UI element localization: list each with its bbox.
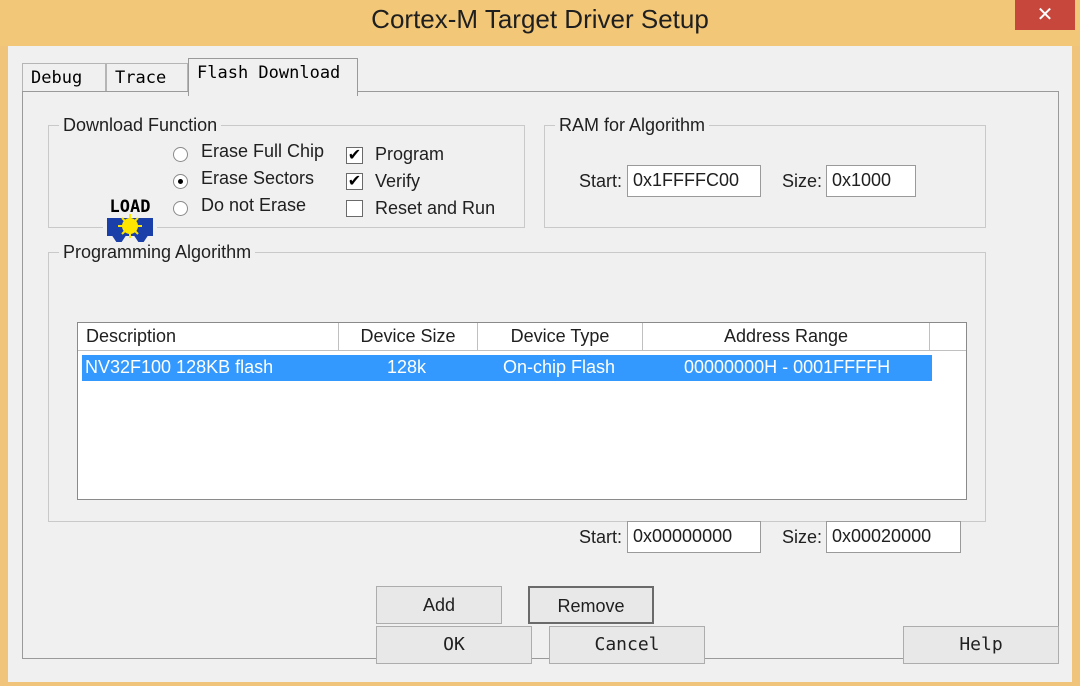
button-label: OK <box>443 634 465 655</box>
checkbox-verify[interactable]: ✔ <box>346 173 363 190</box>
tab-panel-flash-download: Download Function LOAD Erase Full Chip E… <box>22 91 1059 659</box>
radio-label: Erase Full Chip <box>201 141 325 161</box>
radio-erase-full-chip[interactable] <box>173 147 188 162</box>
add-button[interactable]: Add <box>376 586 502 624</box>
radio-label: Do not Erase <box>201 195 307 215</box>
check-mark-icon: ✔ <box>347 147 362 164</box>
dialog-body: Debug Trace Download Function LOAD Erase… <box>8 46 1072 682</box>
button-label: Add <box>422 595 456 615</box>
close-button[interactable]: ✕ <box>1015 0 1075 30</box>
close-icon: ✕ <box>1036 4 1054 26</box>
input-value: 0x00020000 <box>832 526 932 546</box>
radio-erase-sectors[interactable] <box>173 174 188 189</box>
ok-button[interactable]: OK <box>376 626 532 664</box>
help-button[interactable]: Help <box>903 626 1059 664</box>
title-bar: Cortex-M Target Driver Setup ✕ <box>0 0 1080 46</box>
cell-address-range: 00000000H - 0001FFFFH <box>684 357 891 377</box>
header-label: Address Range <box>723 326 849 346</box>
tab-label: Flash Download <box>197 63 341 83</box>
radio-do-not-erase[interactable] <box>173 201 188 216</box>
column-header-description[interactable]: Description <box>78 323 339 351</box>
checkbox-program[interactable]: ✔ <box>346 147 363 164</box>
input-value: 0x1FFFFC00 <box>633 170 740 190</box>
algorithm-size-input[interactable]: 0x00020000 <box>826 521 961 553</box>
column-header-device-type[interactable]: Device Type <box>478 323 643 351</box>
column-header-filler <box>930 323 966 351</box>
header-label: Description <box>86 326 177 346</box>
load-icon: LOAD <box>103 196 157 248</box>
tab-label: Debug <box>31 68 83 88</box>
header-label: Device Type <box>510 326 610 346</box>
group-legend: RAM for Algorithm <box>555 115 710 136</box>
checkbox-label: Verify <box>375 171 421 191</box>
ram-size-input[interactable]: 0x1000 <box>826 165 916 197</box>
header-label: Device Size <box>360 326 456 346</box>
tab-flash-download[interactable]: Flash Download <box>188 58 358 96</box>
button-label: Help <box>959 634 1003 655</box>
column-header-address-range[interactable]: Address Range <box>643 323 930 351</box>
radio-label: Erase Sectors <box>201 168 315 188</box>
column-header-device-size[interactable]: Device Size <box>339 323 478 351</box>
input-value: 0x1000 <box>832 170 892 190</box>
algorithm-start-label: Start: <box>579 527 623 547</box>
check-mark-icon: ✔ <box>347 173 362 190</box>
group-legend: Download Function <box>59 115 222 136</box>
checkbox-label: Program <box>375 144 445 164</box>
algorithm-size-label: Size: <box>782 527 823 547</box>
ram-start-label: Start: <box>579 171 623 191</box>
cell-device-type: On-chip Flash <box>503 357 616 377</box>
checkbox-label: Reset and Run <box>375 198 496 218</box>
group-legend: Programming Algorithm <box>59 242 256 263</box>
table-row[interactable]: NV32F100 128KB flash 128k On-chip Flash … <box>82 355 932 381</box>
button-label: Remove <box>557 596 625 616</box>
cancel-button[interactable]: Cancel <box>549 626 705 664</box>
ram-size-label: Size: <box>782 171 823 191</box>
algorithm-list[interactable]: Description Device Size Device Type Addr… <box>77 322 967 500</box>
button-label: Cancel <box>594 634 660 655</box>
cell-description: NV32F100 128KB flash <box>85 357 274 377</box>
remove-button[interactable]: Remove <box>528 586 654 624</box>
checkbox-reset-and-run[interactable] <box>346 200 363 217</box>
input-value: 0x00000000 <box>633 526 733 546</box>
ram-start-input[interactable]: 0x1FFFFC00 <box>627 165 761 197</box>
window-title: Cortex-M Target Driver Setup <box>371 4 709 34</box>
tab-label: Trace <box>115 68 167 88</box>
algorithm-start-input[interactable]: 0x00000000 <box>627 521 761 553</box>
cell-device-size: 128k <box>387 357 427 377</box>
